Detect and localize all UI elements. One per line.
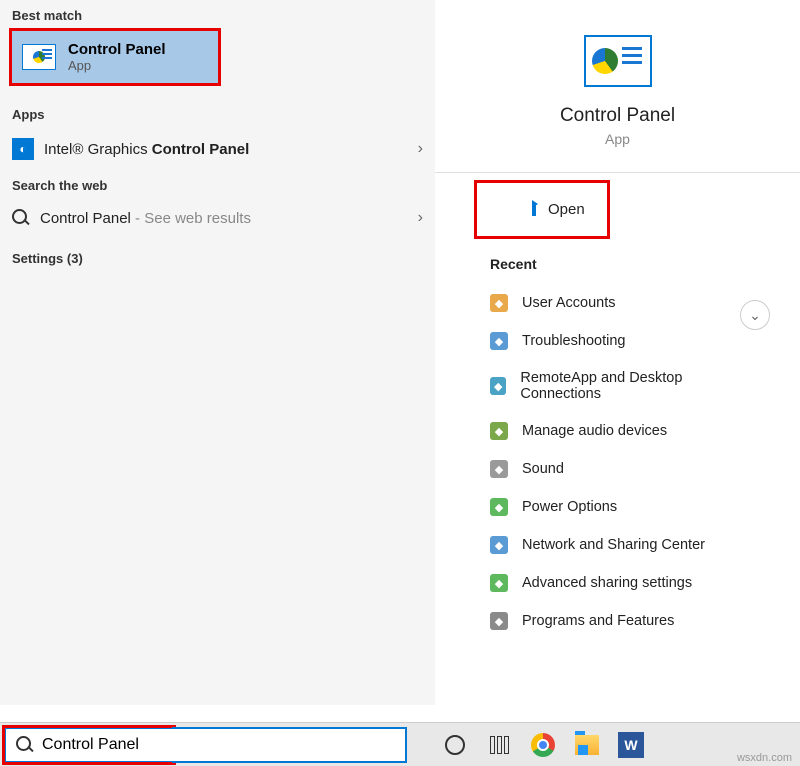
recent-item-label: Network and Sharing Center: [522, 537, 705, 553]
word-taskbar-button[interactable]: W: [613, 727, 649, 763]
recent-item-icon: ◆: [490, 612, 508, 630]
recent-item-icon: ◆: [490, 460, 508, 478]
recent-item-label: Troubleshooting: [522, 333, 625, 349]
recent-item-icon: ◆: [490, 332, 508, 350]
recent-item[interactable]: ◆ Network and Sharing Center: [490, 526, 745, 564]
details-pane: Control Panel App Open ⌄ Recent ◆ User Ac…: [435, 0, 800, 705]
chrome-taskbar-button[interactable]: [525, 727, 561, 763]
recent-item[interactable]: ◆ Programs and Features: [490, 602, 745, 640]
search-icon: [12, 209, 30, 227]
watermark: wsxdn.com: [737, 752, 792, 764]
intel-icon: ◐: [12, 138, 34, 160]
apps-header: Apps: [0, 99, 435, 128]
intel-graphics-result[interactable]: ◐ Intel® Graphics Control Panel ›: [0, 128, 435, 170]
best-match-text: Control Panel App: [68, 41, 166, 73]
recent-item-label: User Accounts: [522, 295, 616, 311]
recent-item[interactable]: ◆ Power Options: [490, 488, 745, 526]
cortana-icon: [445, 735, 465, 755]
web-result-suffix: - See web results: [131, 210, 251, 227]
best-match-header: Best match: [0, 0, 435, 29]
web-result-text: Control Panel: [40, 210, 131, 227]
recent-item-icon: ◆: [490, 377, 506, 395]
recent-item-icon: ◆: [490, 498, 508, 516]
intel-prefix: Intel® Graphics: [44, 141, 152, 158]
search-icon: [16, 736, 34, 754]
divider: [435, 172, 800, 173]
taskbar: Control Panel W: [0, 722, 800, 766]
app-hero: Control Panel App: [435, 0, 800, 172]
recent-item[interactable]: ◆ Troubleshooting: [490, 322, 745, 360]
recent-item-label: Manage audio devices: [522, 423, 667, 439]
recent-item[interactable]: ◆ Manage audio devices: [490, 412, 745, 450]
best-match-subtitle: App: [68, 58, 166, 73]
hero-title: Control Panel: [445, 105, 790, 127]
intel-bold: Control Panel: [152, 141, 250, 158]
recent-item-icon: ◆: [490, 422, 508, 440]
cortana-button[interactable]: [437, 727, 473, 763]
settings-header: Settings (3): [0, 243, 435, 272]
open-action[interactable]: Open: [477, 183, 607, 236]
file-explorer-icon: [575, 735, 599, 755]
recent-header: Recent: [490, 256, 745, 272]
chevron-right-icon[interactable]: ›: [418, 209, 423, 227]
open-icon: [532, 204, 536, 216]
search-web-header: Search the web: [0, 170, 435, 199]
search-box-extension[interactable]: [172, 727, 407, 763]
recent-item-icon: ◆: [490, 536, 508, 554]
recent-item-icon: ◆: [490, 574, 508, 592]
recent-item-label: Sound: [522, 461, 564, 477]
recent-item[interactable]: ◆ RemoteApp and Desktop Connections: [490, 360, 745, 412]
recent-item-label: RemoteApp and Desktop Connections: [520, 370, 745, 402]
explorer-taskbar-button[interactable]: [569, 727, 605, 763]
word-icon: W: [618, 732, 644, 758]
expand-button[interactable]: ⌄: [740, 300, 770, 330]
web-search-result[interactable]: Control Panel - See web results ›: [0, 199, 435, 237]
search-box[interactable]: Control Panel: [4, 727, 174, 763]
recent-item-label: Power Options: [522, 499, 617, 515]
recent-item[interactable]: ◆ Sound: [490, 450, 745, 488]
search-input-value[interactable]: Control Panel: [42, 736, 139, 754]
search-results-pane: Best match Control Panel App Apps ◐ Inte…: [0, 0, 435, 705]
recent-item[interactable]: ◆ Advanced sharing settings: [490, 564, 745, 602]
hero-subtitle: App: [445, 131, 790, 147]
open-label: Open: [548, 201, 585, 218]
task-view-icon: [490, 736, 509, 754]
control-panel-hero-icon: [584, 35, 652, 87]
recent-item[interactable]: ◆ User Accounts: [490, 284, 745, 322]
chevron-right-icon[interactable]: ›: [418, 140, 423, 158]
recent-item-icon: ◆: [490, 294, 508, 312]
best-match-result[interactable]: Control Panel App: [10, 29, 220, 85]
best-match-title: Control Panel: [68, 41, 166, 58]
task-view-button[interactable]: [481, 727, 517, 763]
control-panel-icon: [22, 44, 56, 70]
recent-item-label: Advanced sharing settings: [522, 575, 692, 591]
chrome-icon: [531, 733, 555, 757]
recent-item-label: Programs and Features: [522, 613, 674, 629]
